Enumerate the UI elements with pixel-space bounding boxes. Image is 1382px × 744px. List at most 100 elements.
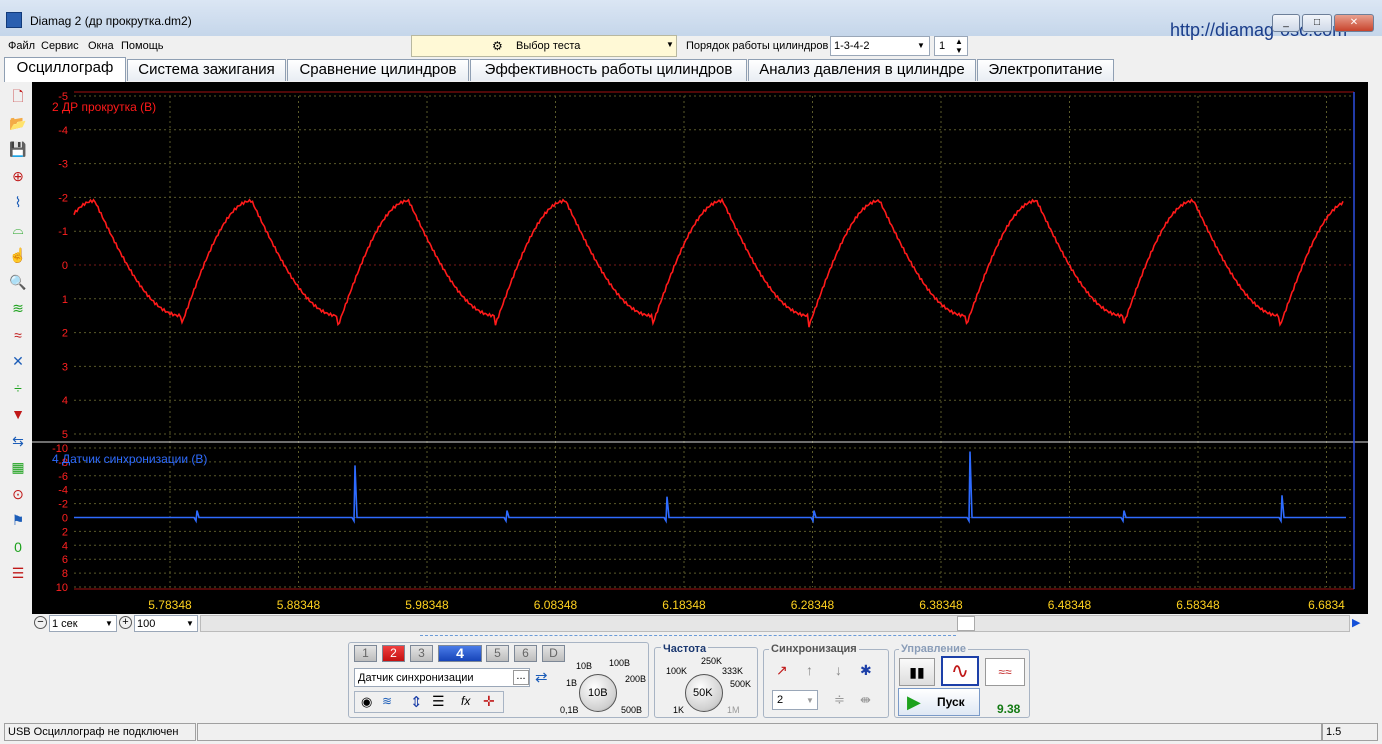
ch4-tick-label: 6 — [62, 554, 68, 566]
report-icon[interactable]: ☰ — [8, 563, 28, 583]
time-scroll-thumb[interactable] — [957, 616, 975, 631]
lines-icon[interactable]: ☰ — [432, 693, 445, 710]
sync-shift-icon[interactable]: ≑ — [834, 692, 845, 708]
sync-title: Синхронизация — [769, 643, 859, 655]
chevron-down-icon: ▼ — [105, 619, 113, 628]
eye-icon[interactable]: ◉ — [361, 694, 372, 710]
channel-button-4[interactable]: 4 — [438, 645, 482, 662]
zoom-icon[interactable]: 🔍 — [8, 272, 28, 292]
cylinder-order-label: Порядок работы цилиндров — [686, 40, 829, 52]
zoom-out-icon[interactable]: − — [34, 616, 47, 629]
channel-button-5[interactable]: 5 — [486, 645, 509, 662]
voltage-knob-value: 10В — [588, 687, 608, 699]
new-file-icon[interactable]: 🗋 — [8, 86, 28, 106]
channel-move-icon[interactable]: ⇆ — [8, 431, 28, 451]
voltage-knob[interactable]: 10В — [579, 674, 617, 712]
start-button[interactable]: ▶ Пуск — [898, 688, 980, 716]
wave-compare-icon[interactable]: ≈ — [8, 325, 28, 345]
ch2-tick-label: -3 — [58, 159, 68, 171]
measure-icon[interactable]: ⌇ — [8, 192, 28, 212]
voltage-label: 100В — [609, 658, 631, 668]
function-icon[interactable]: fx — [461, 694, 470, 708]
auto-scale-icon[interactable]: ⊕ — [8, 166, 28, 186]
sensor-select[interactable]: Датчик синхронизации ... — [354, 668, 530, 687]
tab-oscilloscope[interactable]: Осциллограф — [4, 57, 126, 82]
time-scrollbar[interactable] — [200, 615, 1350, 632]
hand-icon[interactable]: ☝ — [8, 245, 28, 265]
menu-help[interactable]: Помощь — [121, 40, 164, 52]
chevron-down-icon: ▼ — [917, 41, 925, 50]
save-icon[interactable]: 💾 — [8, 139, 28, 159]
time-tick-label: 5.98348 — [405, 598, 449, 612]
control-title: Управление — [899, 643, 969, 655]
ch4-tick-label: -6 — [58, 471, 68, 483]
channel-button-2[interactable]: 2 — [382, 645, 405, 662]
app-icon — [6, 12, 22, 28]
auto-timer-icon[interactable]: ⊙ — [8, 484, 28, 504]
table-icon[interactable]: ▦ — [8, 457, 28, 477]
sync-fall-icon[interactable]: ↓ — [835, 662, 842, 678]
frequency-label: 250K — [701, 656, 723, 666]
crosshair-icon[interactable]: ✛ — [483, 693, 495, 710]
tab-cylinder-efficiency[interactable]: Эффективность работы цилиндров — [470, 59, 747, 81]
sync-compress-icon[interactable]: ⇼ — [860, 692, 871, 708]
flag-icon[interactable]: ⚑ — [8, 510, 28, 530]
test-select[interactable]: ⚙ Выбор теста ▼ — [411, 35, 677, 57]
zoom-in-icon[interactable]: + — [119, 616, 132, 629]
sync-rising-icon[interactable]: ↗ — [776, 662, 788, 679]
minimize-button[interactable]: _ — [1272, 14, 1300, 32]
zero-icon[interactable]: 0 — [8, 537, 28, 557]
zoom-select[interactable]: 100 ▼ — [134, 615, 198, 632]
wave-invert-icon[interactable]: ✕ — [8, 351, 28, 371]
channel2-label: 2 ДР прокрутка (В) — [52, 100, 157, 114]
sensor-value: Датчик синхронизации — [358, 672, 474, 684]
timebase-select[interactable]: 1 сек ▼ — [49, 615, 117, 632]
gear-icon: ⚙ — [492, 39, 503, 53]
sync-auto-icon[interactable]: ✱ — [860, 662, 872, 679]
cylinder-order-value: 1-3-4-2 — [834, 40, 870, 52]
frequency-knob-value: 50K — [693, 687, 713, 699]
ch4-tick-label: -2 — [58, 499, 68, 511]
oscilloscope-screen[interactable]: 5.78348 5.88348 5.98348 6.08348 6.18348 6.283… — [32, 82, 1368, 615]
channel-button-D[interactable]: D — [542, 645, 565, 662]
vertical-resize-icon[interactable]: ⇕ — [410, 693, 423, 711]
tab-pressure-analysis[interactable]: Анализ давления в цилиндре — [748, 59, 976, 81]
scope-plot: 5.78348 5.88348 5.98348 6.08348 6.18348 6.283… — [32, 91, 1368, 612]
tab-power-supply[interactable]: Электропитание — [977, 59, 1114, 81]
menu-windows[interactable]: Окна — [88, 40, 114, 52]
sensor-swap-icon[interactable]: ⇄ — [535, 668, 548, 686]
multi-wave-button[interactable]: ≈≈ — [985, 658, 1025, 686]
single-wave-button[interactable]: ∿ — [941, 656, 979, 686]
menu-file[interactable]: Файл — [8, 40, 35, 52]
cursor-icon[interactable]: ⌓ — [8, 219, 28, 239]
cylinder-count-spinner[interactable]: 1 ▲ ▼ — [934, 36, 968, 56]
close-button[interactable]: ✕ — [1334, 14, 1374, 32]
pause-button[interactable]: ▮▮ — [899, 658, 935, 686]
status-version: 1.5 — [1322, 723, 1378, 741]
channel-button-6[interactable]: 6 — [514, 645, 537, 662]
frequency-knob[interactable]: 50K — [685, 674, 723, 712]
ch4-tick-label: 0 — [62, 513, 68, 525]
level-icon[interactable]: ÷ — [8, 378, 28, 398]
wave-icon[interactable]: ≋ — [382, 694, 392, 708]
test-select-label: Выбор теста — [516, 40, 581, 52]
tab-ignition[interactable]: Система зажигания — [127, 59, 286, 81]
filter-icon[interactable]: ▼ — [8, 404, 28, 424]
maximize-button[interactable]: □ — [1302, 14, 1332, 32]
open-folder-icon[interactable]: 📂 — [8, 113, 28, 133]
frequency-label: 1K — [673, 705, 685, 715]
wave-filter-icon[interactable]: ≋ — [8, 298, 28, 318]
sync-channel-select[interactable]: 2 ▼ — [772, 690, 818, 710]
channel-button-3[interactable]: 3 — [410, 645, 433, 662]
sync-front-icon[interactable]: ↑ — [806, 662, 813, 678]
ch2-tick-label: -1 — [58, 226, 68, 238]
channel-button-1[interactable]: 1 — [354, 645, 377, 662]
cylinder-order-select[interactable]: 1-3-4-2 ▼ — [830, 36, 930, 56]
sensor-browse-button[interactable]: ... — [513, 670, 529, 685]
menu-service[interactable]: Сервис — [41, 40, 79, 52]
tab-cylinder-compare[interactable]: Сравнение цилиндров — [287, 59, 469, 81]
view-range-indicator — [420, 632, 956, 636]
chevron-down-icon: ▼ — [186, 619, 194, 628]
control-value: 9.38 — [997, 702, 1021, 716]
play-arrow-icon[interactable]: ▶ — [1352, 616, 1360, 629]
